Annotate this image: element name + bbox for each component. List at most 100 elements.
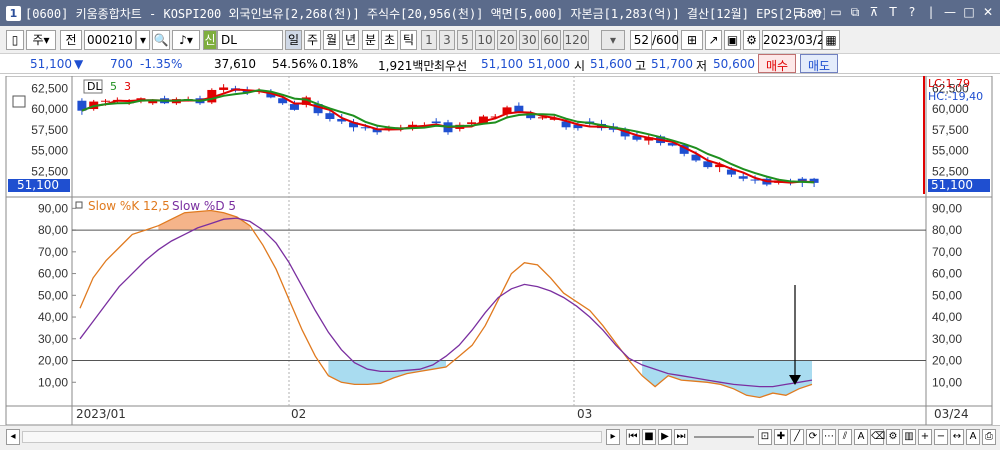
first-bar-icon[interactable]: ⏮: [626, 429, 640, 445]
scroll-right-icon[interactable]: ▸: [606, 429, 620, 445]
legend-slow-d: Slow %D 5: [172, 199, 236, 213]
chart-area[interactable]: 62,50060,00057,50055,00052,500 62,50060,…: [0, 76, 1000, 425]
search-icon[interactable]: 🔍: [152, 30, 170, 50]
period-tick-button[interactable]: 틱: [400, 30, 417, 50]
zoom-slider[interactable]: [694, 436, 754, 438]
price-tick-right: 60,000: [932, 102, 969, 116]
tile-window-icon[interactable]: ⧉: [847, 4, 863, 20]
layout-icon[interactable]: ▥: [902, 429, 916, 445]
window-titlebar[interactable]: 1 [0600] 키움종합차트 - KOSPI200 외국인보유[2,268(천…: [0, 0, 1000, 26]
candle-body: [467, 122, 477, 124]
price-tick-left: 62,500: [31, 81, 68, 95]
buy-button[interactable]: 매수: [758, 54, 796, 73]
period-minute-button[interactable]: 분: [362, 30, 379, 50]
best-bid: 51,000: [528, 57, 570, 71]
sell-button[interactable]: 매도: [800, 54, 838, 73]
volume-ratio: 54.56%: [272, 57, 318, 71]
help-icon[interactable]: ?: [904, 4, 920, 20]
stop-icon[interactable]: ■: [642, 429, 656, 445]
interval-10-button[interactable]: 10: [475, 30, 495, 50]
trendline-icon[interactable]: ╱: [790, 429, 804, 445]
print-icon[interactable]: ⎙: [982, 429, 996, 445]
restore-window-icon[interactable]: ▭: [828, 4, 844, 20]
period-second-button[interactable]: 초: [381, 30, 398, 50]
stoch-tick-left: 70,00: [38, 245, 68, 259]
last-bar-icon[interactable]: ⏭: [674, 429, 688, 445]
interval-3-button[interactable]: 3: [439, 30, 455, 50]
lock-icon[interactable]: ⊟: [790, 4, 806, 20]
zoom-out-icon[interactable]: −: [934, 429, 948, 445]
calendar-icon[interactable]: ▦: [822, 30, 840, 50]
font-size-icon[interactable]: T: [885, 4, 901, 20]
x-tick-label: 03: [577, 407, 592, 421]
chart-type-icon[interactable]: ⊡: [758, 429, 772, 445]
legend-name: DL: [87, 80, 102, 93]
settings-small-icon[interactable]: ⚙: [886, 429, 900, 445]
price-tick-left: 52,500: [31, 164, 68, 178]
period-week-button[interactable]: 주: [304, 30, 321, 50]
price-tick-left: 57,500: [31, 123, 68, 137]
stoch-tick-right: 50,00: [932, 288, 962, 302]
turnover-rate: 0.18%: [320, 57, 359, 71]
period-day-button[interactable]: 일: [285, 30, 302, 50]
stoch-panel-icon[interactable]: [75, 201, 83, 209]
x-tick-label: 02: [291, 407, 306, 421]
pin-icon[interactable]: ⊼: [866, 4, 882, 20]
interval-30-button[interactable]: 30: [519, 30, 539, 50]
gear-icon[interactable]: ⚙: [743, 30, 760, 50]
scroll-left-icon[interactable]: ◂: [6, 429, 20, 445]
horizontal-scrollbar[interactable]: [22, 431, 602, 443]
period-month-button[interactable]: 월: [323, 30, 340, 50]
candle-body: [101, 100, 111, 102]
period-year-button[interactable]: 년: [342, 30, 359, 50]
panel-settings-icon[interactable]: [12, 95, 26, 108]
credit-badge: 신: [203, 30, 217, 50]
high-label: 고: [635, 59, 647, 73]
minimize-icon[interactable]: —: [942, 4, 958, 20]
maximize-icon[interactable]: □: [961, 4, 977, 20]
stock-code-input[interactable]: 000210: [84, 30, 136, 50]
bar-count-input[interactable]: 52: [630, 30, 652, 50]
stoch-tick-right: 20,00: [932, 354, 962, 368]
stock-name-field[interactable]: DL: [217, 30, 283, 50]
date-input[interactable]: 2023/03/24: [762, 30, 832, 50]
last-price-label-right: 51,100: [931, 178, 973, 192]
quote-bar: 51,100 ▼ 700 -1.35% 37,610 54.56% 0.18% …: [0, 54, 1000, 74]
close-icon[interactable]: ✕: [980, 4, 996, 20]
text-tool-icon[interactable]: A: [854, 429, 868, 445]
interval-dropdown[interactable]: ▾: [601, 30, 625, 50]
channel-icon[interactable]: ⫽: [838, 429, 852, 445]
volume: 37,610: [214, 57, 256, 71]
interval-60-button[interactable]: 60: [541, 30, 561, 50]
interval-1-button[interactable]: 1: [421, 30, 437, 50]
price-tick-right: 52,500: [932, 164, 969, 178]
cycle-icon[interactable]: ⟳: [806, 429, 820, 445]
interval-5-button[interactable]: 5: [457, 30, 473, 50]
draw-tool-icon[interactable]: ↗: [705, 30, 722, 50]
speaker-icon[interactable]: ♪▾: [172, 30, 200, 50]
stoch-tick-right: 30,00: [932, 332, 962, 346]
save-icon[interactable]: ▣: [724, 30, 741, 50]
candle-body: [325, 113, 335, 119]
erase-icon[interactable]: ⌫: [870, 429, 885, 445]
lc-label: LC:1,79: [928, 77, 970, 90]
chart-add-icon[interactable]: ⊞: [681, 30, 703, 50]
zoom-reset-icon[interactable]: ↔: [950, 429, 964, 445]
zoom-in-icon[interactable]: +: [918, 429, 932, 445]
crosshair-icon[interactable]: ✚: [774, 429, 788, 445]
period-select[interactable]: 주▾: [26, 30, 56, 50]
hc-label: HC:-19,40: [928, 90, 983, 103]
play-icon[interactable]: ▶: [658, 429, 672, 445]
down-arrow-icon: ▼: [74, 57, 84, 71]
window-title: [0600] 키움종합차트 - KOSPI200 외국인보유[2,268(천)]…: [25, 6, 825, 21]
fibonacci-icon[interactable]: ⋯: [822, 429, 836, 445]
link-icon[interactable]: ⇔: [809, 4, 825, 20]
window-number-badge: 1: [6, 5, 21, 21]
font-icon[interactable]: A: [966, 429, 980, 445]
code-dropdown-icon[interactable]: ▾: [136, 30, 150, 50]
interval-20-button[interactable]: 20: [497, 30, 517, 50]
all-market-toggle[interactable]: 전: [60, 30, 82, 50]
interval-120-button[interactable]: 120: [563, 30, 589, 50]
best-quote-label: 최우선: [434, 59, 468, 73]
layout-toggle-icon[interactable]: ▯: [6, 30, 24, 50]
